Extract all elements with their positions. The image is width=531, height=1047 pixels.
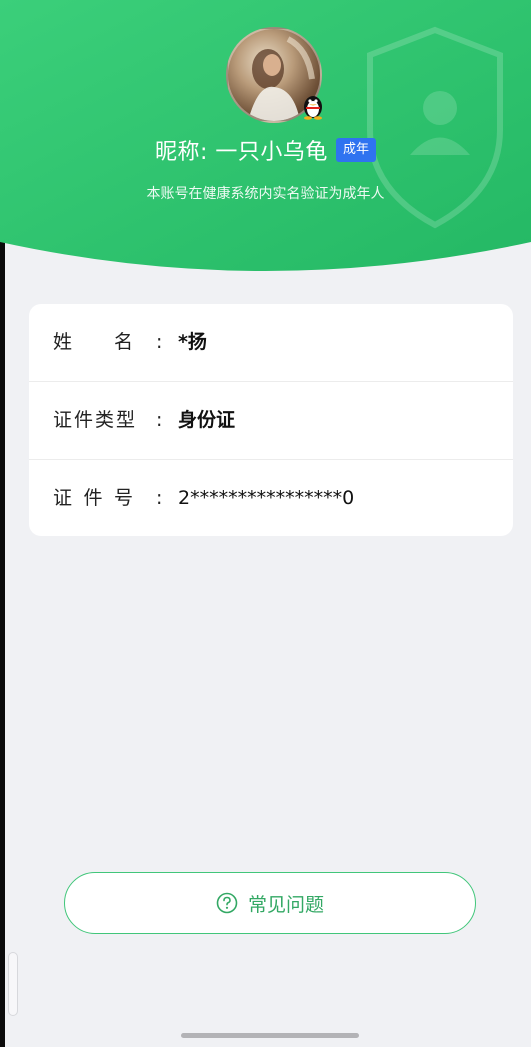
adult-badge: 成年	[335, 138, 376, 162]
id-number-label-char: 证	[53, 487, 73, 509]
side-drag-handle[interactable]	[8, 952, 18, 1016]
qq-penguin-icon	[304, 96, 322, 120]
id-number-row: 证 件 号 : 2****************0	[29, 460, 513, 536]
label-colon: :	[156, 331, 163, 353]
id-type-label-text: 证件类型	[53, 409, 138, 431]
label-colon: :	[156, 487, 163, 509]
id-number-value: 2****************0	[178, 487, 355, 509]
id-type-row: 证件类型 : 身份证	[29, 382, 513, 460]
nickname-row: 昵称: 一只小乌龟 成年	[0, 134, 531, 166]
name-label: 姓 名 :	[53, 304, 163, 381]
name-row: 姓 名 : *扬	[29, 304, 513, 382]
name-label-char: 姓	[53, 331, 73, 353]
label-colon: :	[156, 409, 163, 431]
faq-label: 常见问题	[247, 893, 324, 916]
faq-button[interactable]: 常见问题	[64, 872, 476, 934]
id-number-label: 证 件 号 :	[53, 460, 163, 536]
id-type-value: 身份证	[178, 409, 236, 431]
home-indicator[interactable]	[181, 1033, 359, 1038]
id-type-label: 证件类型 :	[53, 382, 163, 459]
name-label-char: 名	[113, 331, 133, 353]
name-value: *扬	[178, 331, 207, 353]
identity-info-card: 姓 名 : *扬 证件类型 : 身份证 证 件 号 : 2***********…	[29, 304, 513, 536]
verification-note: 本账号在健康系统内实名验证为成年人	[146, 186, 385, 202]
nickname: 昵称: 一只小乌龟	[155, 140, 328, 165]
id-number-label-char: 件	[83, 487, 103, 509]
id-number-label-char: 号	[113, 487, 133, 509]
question-circle-icon	[216, 892, 238, 914]
